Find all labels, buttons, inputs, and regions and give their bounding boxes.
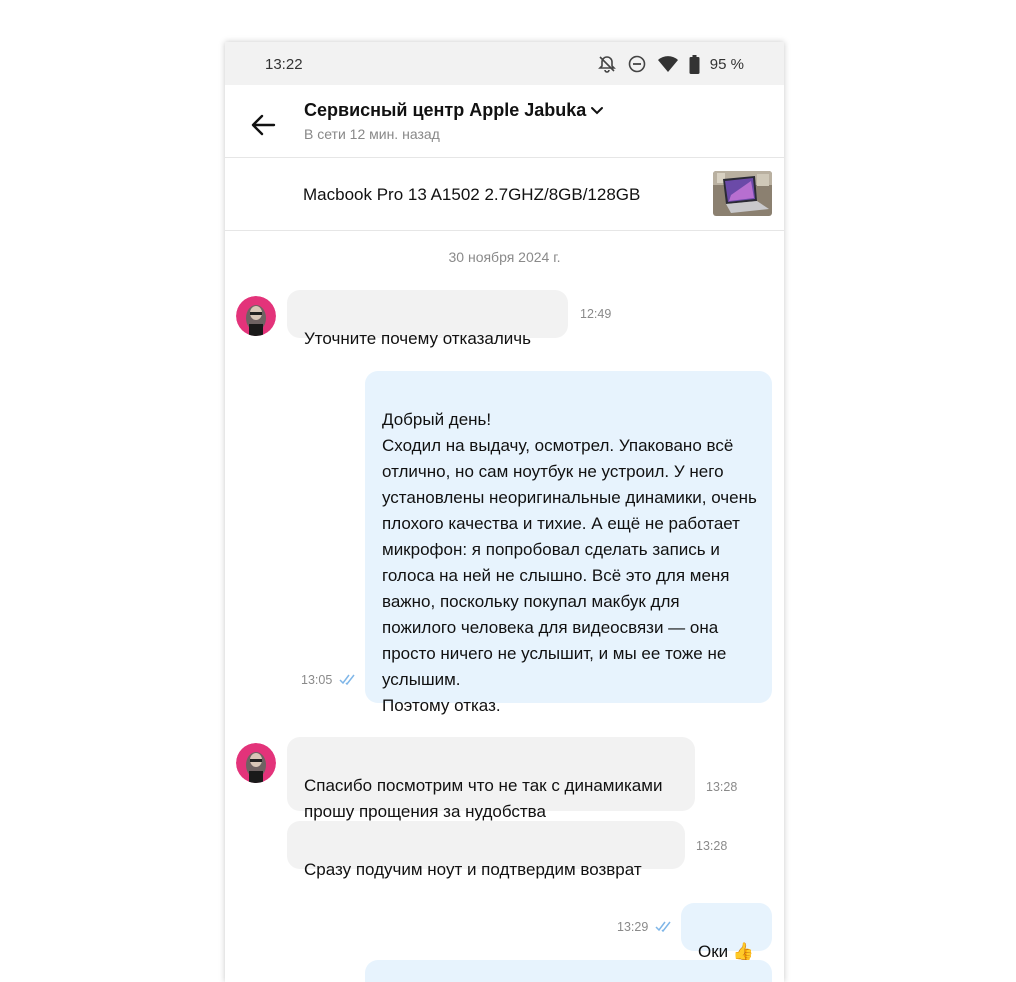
message-bubble[interactable]: Сразу подучим ноут и подтвердим возврат (287, 821, 685, 879)
battery-percent: 95 % (709, 55, 744, 73)
message-text: Уточните почему отказаличь (304, 329, 532, 348)
message-time: 13:28 (696, 839, 728, 853)
bell-off-icon (597, 54, 617, 74)
avatar[interactable] (236, 743, 276, 783)
avatar[interactable] (236, 296, 276, 336)
message-bubble[interactable]: Спасибо посмотрим что не так с динамикам… (287, 737, 695, 821)
message-bubble[interactable] (365, 960, 772, 982)
date-separator: 30 ноября 2024 г. (448, 249, 561, 265)
online-status: В сети 12 мин. назад (304, 126, 440, 142)
chat-header (225, 85, 784, 158)
message-bubble[interactable]: Оки 👍 (681, 903, 772, 961)
message-time: 13:29 (617, 920, 649, 934)
message-bubble[interactable]: Добрый день! Сходил на выдачу, осмотрел.… (365, 371, 772, 715)
arrow-left-icon (251, 114, 276, 136)
message-time: 12:49 (580, 307, 612, 321)
chat-screen: 13:22 95 % Сервисный центр Apple Jabuka … (225, 42, 784, 982)
product-banner[interactable]: Macbook Pro 13 A1502 2.7GHZ/8GB/128GB (225, 158, 784, 231)
status-time: 13:22 (265, 56, 303, 73)
status-bar: 13:22 95 % (225, 42, 784, 85)
message-time: 13:05 (301, 673, 333, 687)
back-button[interactable] (247, 109, 279, 141)
read-ticks-icon (339, 674, 355, 685)
chat-title[interactable]: Сервисный центр Apple Jabuka (304, 100, 604, 121)
message-text: Добрый день! Сходил на выдачу, осмотрел.… (382, 410, 757, 715)
do-not-disturb-icon (627, 54, 647, 74)
message-text: Спасибо посмотрим что не так с динамикам… (304, 776, 663, 821)
message-text: Оки 👍 (698, 942, 755, 961)
read-ticks-icon (655, 921, 671, 932)
chevron-down-icon (591, 106, 604, 114)
battery-icon (689, 54, 700, 74)
wifi-icon (657, 55, 679, 73)
message-bubble[interactable]: Уточните почему отказаличь (287, 290, 568, 348)
message-time: 13:28 (706, 780, 738, 794)
message-text: Сразу подучим ноут и подтвердим возврат (304, 860, 642, 879)
chat-title-text: Сервисный центр Apple Jabuka (304, 100, 587, 120)
product-name: Macbook Pro 13 A1502 2.7GHZ/8GB/128GB (303, 185, 641, 204)
product-thumbnail[interactable] (713, 171, 772, 216)
